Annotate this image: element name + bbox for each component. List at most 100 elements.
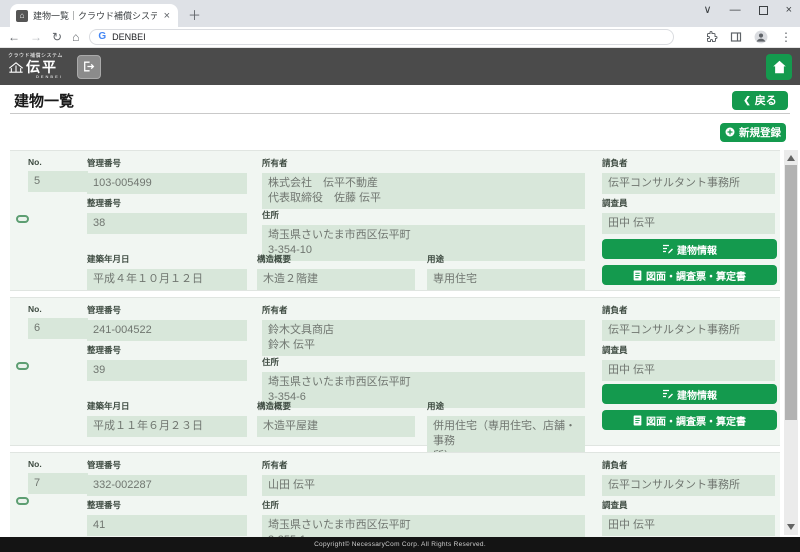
management-no-label: 管理番号: [87, 459, 247, 471]
owner-value: 山田 伝平: [262, 475, 585, 496]
forward-icon[interactable]: →: [30, 31, 42, 43]
new-tab-button[interactable]: ＋: [188, 5, 201, 27]
owner-value: 株式会社 伝平不動産 代表取締役 佐藤 伝平: [262, 173, 585, 209]
window-chevron-icon[interactable]: ∨: [704, 4, 712, 16]
document-icon: [633, 415, 642, 426]
no-value: 6: [28, 318, 88, 339]
address-bar[interactable]: G DENBEI: [89, 29, 674, 45]
address-label: 住所: [262, 356, 585, 368]
address-label: 住所: [262, 499, 585, 511]
plus-circle-icon: [725, 127, 735, 137]
build-date-label: 建築年月日: [87, 400, 247, 412]
investigator-label: 調査員: [602, 499, 775, 511]
logo-house-icon: [8, 61, 24, 74]
tab-title: 建物一覧｜クラウド補償システム 伝: [33, 9, 157, 22]
structure-value: 木造２階建: [257, 269, 415, 290]
no-value: 5: [28, 171, 88, 192]
reference-no-label: 整理番号: [87, 197, 247, 209]
back-icon[interactable]: ←: [8, 31, 20, 43]
scroll-down-icon[interactable]: [787, 524, 795, 530]
link-icon[interactable]: [16, 215, 29, 223]
app-logo: クラウド補償システム 伝平 DENBEI: [8, 54, 63, 79]
link-icon[interactable]: [16, 362, 29, 370]
record-row-2: No. 6 管理番号 241-004522 整理番号 39 所有者鈴木文具商店 鈴木 …: [10, 297, 780, 446]
window-close-button[interactable]: ×: [786, 4, 792, 16]
no-label: No.: [28, 459, 88, 469]
list-scrollbar[interactable]: [784, 150, 798, 535]
management-no-label: 管理番号: [87, 157, 247, 169]
url-text: DENBEI: [112, 32, 146, 42]
contractor-value: 伝平コンサルタント事務所: [602, 173, 775, 194]
browser-titlebar: ⌂ 建物一覧｜クラウド補償システム 伝 × ＋ ∨ — ×: [0, 0, 800, 27]
management-no-value: 241-004522: [87, 320, 247, 341]
owner-label: 所有者: [262, 459, 585, 471]
owner-label: 所有者: [262, 304, 585, 316]
management-no-value: 332-002287: [87, 475, 247, 496]
extensions-puzzle-icon[interactable]: [706, 31, 718, 43]
investigator-label: 調査員: [602, 344, 775, 356]
management-no-label: 管理番号: [87, 304, 247, 316]
usage-label: 用途: [427, 400, 585, 412]
documents-button[interactable]: 図面・調査票・算定書: [602, 410, 777, 430]
contractor-value: 伝平コンサルタント事務所: [602, 320, 775, 341]
owner-label: 所有者: [262, 157, 585, 169]
documents-button[interactable]: 図面・調査票・算定書: [602, 265, 777, 285]
google-icon: G: [98, 32, 106, 42]
main-content: 建物一覧 ❮ 戻る 新規登録 No. 5 管理番号 103-005499 整理番号 3…: [0, 85, 800, 552]
structure-label: 構造概要: [257, 400, 415, 412]
no-label: No.: [28, 304, 88, 314]
home-button[interactable]: [766, 54, 792, 80]
reference-no-value: 38: [87, 213, 247, 234]
logo-brand-text: 伝平: [26, 60, 58, 74]
investigator-value: 田中 伝平: [602, 360, 775, 381]
reference-no-label: 整理番号: [87, 499, 247, 511]
document-icon: [633, 270, 642, 281]
reference-no-value: 41: [87, 515, 247, 536]
edit-list-icon: [662, 389, 673, 399]
scrollbar-thumb[interactable]: [785, 165, 797, 420]
page-footer: Copyright© NecessaryCom Corp. All Rights…: [0, 537, 800, 552]
browser-menu-icon[interactable]: ⋮: [780, 31, 792, 43]
address-label: 住所: [262, 209, 585, 221]
home-icon: [772, 60, 787, 74]
logout-button[interactable]: [77, 55, 101, 79]
window-maximize-button[interactable]: [759, 6, 768, 15]
edit-list-icon: [662, 244, 673, 254]
records-list: No.5 管理番号103-005499 整理番号38 所有者株式会社 伝平不動産…: [10, 150, 790, 552]
structure-label: 構造概要: [257, 253, 415, 265]
app-header: クラウド補償システム 伝平 DENBEI: [0, 48, 800, 85]
logo-sub-text: DENBEI: [8, 75, 63, 79]
browser-tab[interactable]: ⌂ 建物一覧｜クラウド補償システム 伝 ×: [10, 4, 178, 27]
investigator-value: 田中 伝平: [602, 515, 775, 536]
logout-icon: [82, 60, 95, 73]
copyright-text: Copyright© NecessaryCom Corp. All Rights…: [314, 541, 486, 548]
no-value: 7: [28, 473, 88, 494]
profile-avatar-icon[interactable]: [754, 30, 768, 44]
reference-no-label: 整理番号: [87, 344, 247, 356]
reference-no-value: 39: [87, 360, 247, 381]
back-button[interactable]: ❮ 戻る: [732, 91, 788, 110]
browser-home-icon[interactable]: ⌂: [72, 31, 79, 43]
usage-value: 専用住宅: [427, 269, 585, 290]
contractor-label: 請負者: [602, 459, 775, 471]
record-row-1: No.5 管理番号103-005499 整理番号38 所有者株式会社 伝平不動産…: [10, 150, 780, 291]
investigator-value: 田中 伝平: [602, 213, 775, 234]
tab-close-icon[interactable]: ×: [162, 10, 172, 22]
contractor-label: 請負者: [602, 157, 775, 169]
building-info-button[interactable]: 建物情報: [602, 384, 777, 404]
scroll-up-icon[interactable]: [787, 155, 795, 161]
build-date-value: 平成１１年６月２３日: [87, 416, 247, 437]
window-minimize-button[interactable]: —: [730, 4, 741, 16]
reload-icon[interactable]: ↻: [52, 31, 62, 43]
building-info-button[interactable]: 建物情報: [602, 239, 777, 259]
new-registration-button[interactable]: 新規登録: [720, 123, 786, 142]
management-no-value: 103-005499: [87, 173, 247, 194]
chevron-left-icon: ❮: [743, 95, 751, 106]
owner-value: 鈴木文具商店 鈴木 伝平: [262, 320, 585, 356]
link-icon[interactable]: [16, 497, 29, 505]
usage-label: 用途: [427, 253, 585, 265]
page-title: 建物一覧: [14, 90, 74, 111]
side-panel-icon[interactable]: [730, 31, 742, 43]
contractor-label: 請負者: [602, 304, 775, 316]
browser-toolbar: ← → ↻ ⌂ G DENBEI ⋮: [0, 27, 800, 48]
